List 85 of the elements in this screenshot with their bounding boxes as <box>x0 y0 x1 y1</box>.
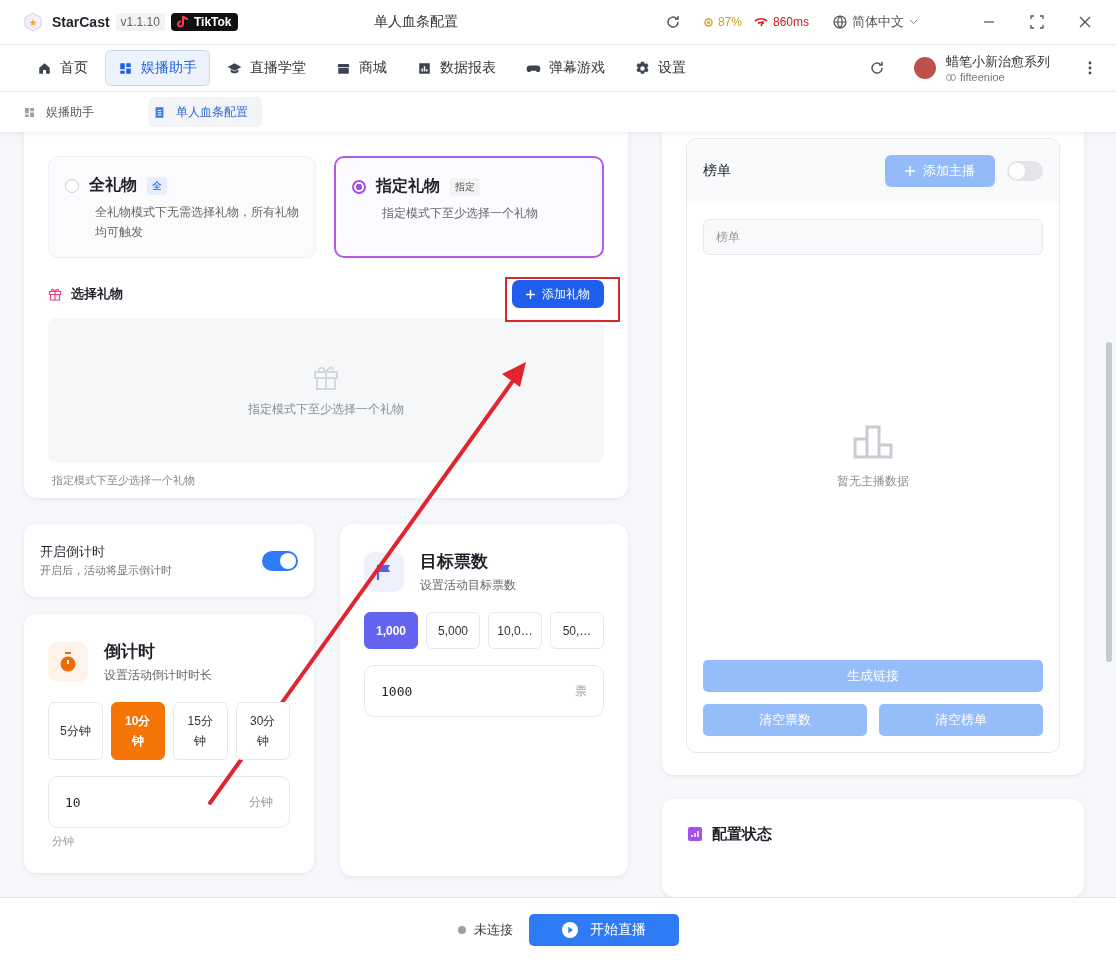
target-option[interactable]: 1,000 <box>364 612 418 649</box>
language-selector[interactable]: 简体中文 <box>833 13 918 31</box>
card-subtitle: 设置活动目标票数 <box>420 577 516 594</box>
card-subtitle: 设置活动倒计时时长 <box>104 667 212 684</box>
chevron-down-icon <box>909 19 918 25</box>
nav-item[interactable]: 设置 <box>622 50 699 86</box>
latency-reading: 860ms <box>772 15 809 29</box>
nav-item[interactable]: 数据报表 <box>404 50 509 86</box>
gift-mode-option[interactable]: 指定礼物 指定 指定模式下至少选择一个礼物 <box>334 156 604 258</box>
target-option[interactable]: 5,000 <box>426 612 480 649</box>
grid-icon <box>23 105 36 119</box>
nav-item[interactable]: 娱播助手 <box>105 50 210 86</box>
empty-message: 指定模式下至少选择一个礼物 <box>248 401 404 418</box>
option-title: 全礼物 <box>89 175 137 195</box>
duration-input[interactable]: 10 分钟 <box>48 776 290 828</box>
version-badge: v1.1.10 <box>115 13 165 31</box>
user-name: 蜡笔小新治愈系列 <box>946 53 1050 71</box>
radio-button[interactable] <box>65 178 79 193</box>
duration-option[interactable]: 30分钟 <box>235 702 290 760</box>
add-gift-button[interactable]: 添加礼物 <box>512 280 604 308</box>
plus-icon <box>905 166 915 176</box>
card-title: 配置状态 <box>712 824 772 844</box>
avatar[interactable] <box>914 57 936 79</box>
card-title: 倒计时 <box>104 641 156 663</box>
option-description: 指定模式下至少选择一个礼物 <box>382 205 539 222</box>
option-badge: 指定 <box>450 177 480 196</box>
panel-title: 榜单 <box>703 162 731 180</box>
nav-item[interactable]: 直播学堂 <box>214 50 319 86</box>
unit-hint: 分钟 <box>52 834 75 849</box>
close-icon[interactable] <box>1078 15 1092 29</box>
ranking-search-field[interactable]: 榜单 <box>703 219 1043 255</box>
link-icon <box>946 73 956 81</box>
target-option[interactable]: 50,… <box>550 612 604 649</box>
nav-item[interactable]: 首页 <box>24 50 101 86</box>
app-name: StarCast <box>52 14 110 30</box>
card-title: 目标票数 <box>420 551 489 573</box>
globe-icon <box>833 15 847 29</box>
duration-option[interactable]: 15分钟 <box>173 702 228 760</box>
gift-mode-option[interactable]: 全礼物 全 全礼物模式下无需选择礼物，所有礼物均可触发 <box>48 156 316 258</box>
start-live-button[interactable]: 开始直播 <box>528 914 679 946</box>
radio-button[interactable] <box>352 179 366 194</box>
option-description: 全礼物模式下无需选择礼物，所有礼物均可触发 <box>95 204 299 241</box>
user-handle: fifteenioe <box>960 71 1005 83</box>
toggle-label: 开启倒计时 <box>40 543 106 561</box>
empty-message: 暂无主播数据 <box>837 472 909 490</box>
battery-reading: 87% <box>717 15 742 29</box>
page-tab[interactable]: 娱播助手 <box>18 97 108 127</box>
home-icon <box>37 60 52 76</box>
section-title: 选择礼物 <box>71 285 123 303</box>
music-note-icon <box>176 15 191 29</box>
page-tab[interactable]: 单人血条配置 <box>148 97 262 127</box>
refresh-icon[interactable] <box>665 15 680 29</box>
status-dot <box>457 926 466 934</box>
app-logo-icon <box>24 12 42 32</box>
refresh-icon[interactable] <box>870 61 884 75</box>
podium-icon <box>853 424 893 459</box>
toggle-description: 开启后，活动将显示倒计时 <box>40 563 172 578</box>
nav-item[interactable]: 弹幕游戏 <box>513 50 618 86</box>
duration-option[interactable]: 5分钟 <box>48 702 103 760</box>
dot-icon <box>703 17 713 27</box>
nav-item[interactable]: 商城 <box>323 50 400 86</box>
platform-name: TikTok <box>193 15 232 29</box>
settings-icon <box>635 60 650 76</box>
target-option[interactable]: 10,0… <box>488 612 542 649</box>
connection-status: 未连接 <box>473 921 513 939</box>
toggle-switch[interactable] <box>1007 161 1043 181</box>
more-icon[interactable] <box>1088 61 1092 75</box>
bar-chart-icon <box>688 827 702 842</box>
bar-chart-icon <box>417 60 432 76</box>
grid-icon <box>118 60 133 76</box>
hint-text: 指定模式下至少选择一个礼物 <box>52 473 196 488</box>
toggle-switch[interactable] <box>262 550 298 571</box>
window-title: 单人血条配置 <box>374 13 459 31</box>
option-title: 指定礼物 <box>376 176 440 196</box>
gift-icon <box>48 287 62 301</box>
signal-icon <box>753 17 768 27</box>
maximize-icon[interactable] <box>1030 15 1044 29</box>
target-input[interactable]: 1000 票 <box>364 665 604 717</box>
scrollbar[interactable] <box>1106 342 1112 662</box>
plus-icon <box>526 289 535 299</box>
graduation-cap-icon <box>227 60 242 76</box>
document-icon <box>153 105 166 119</box>
stopwatch-icon <box>48 642 88 682</box>
play-icon <box>561 922 578 938</box>
option-badge: 全 <box>147 176 167 195</box>
